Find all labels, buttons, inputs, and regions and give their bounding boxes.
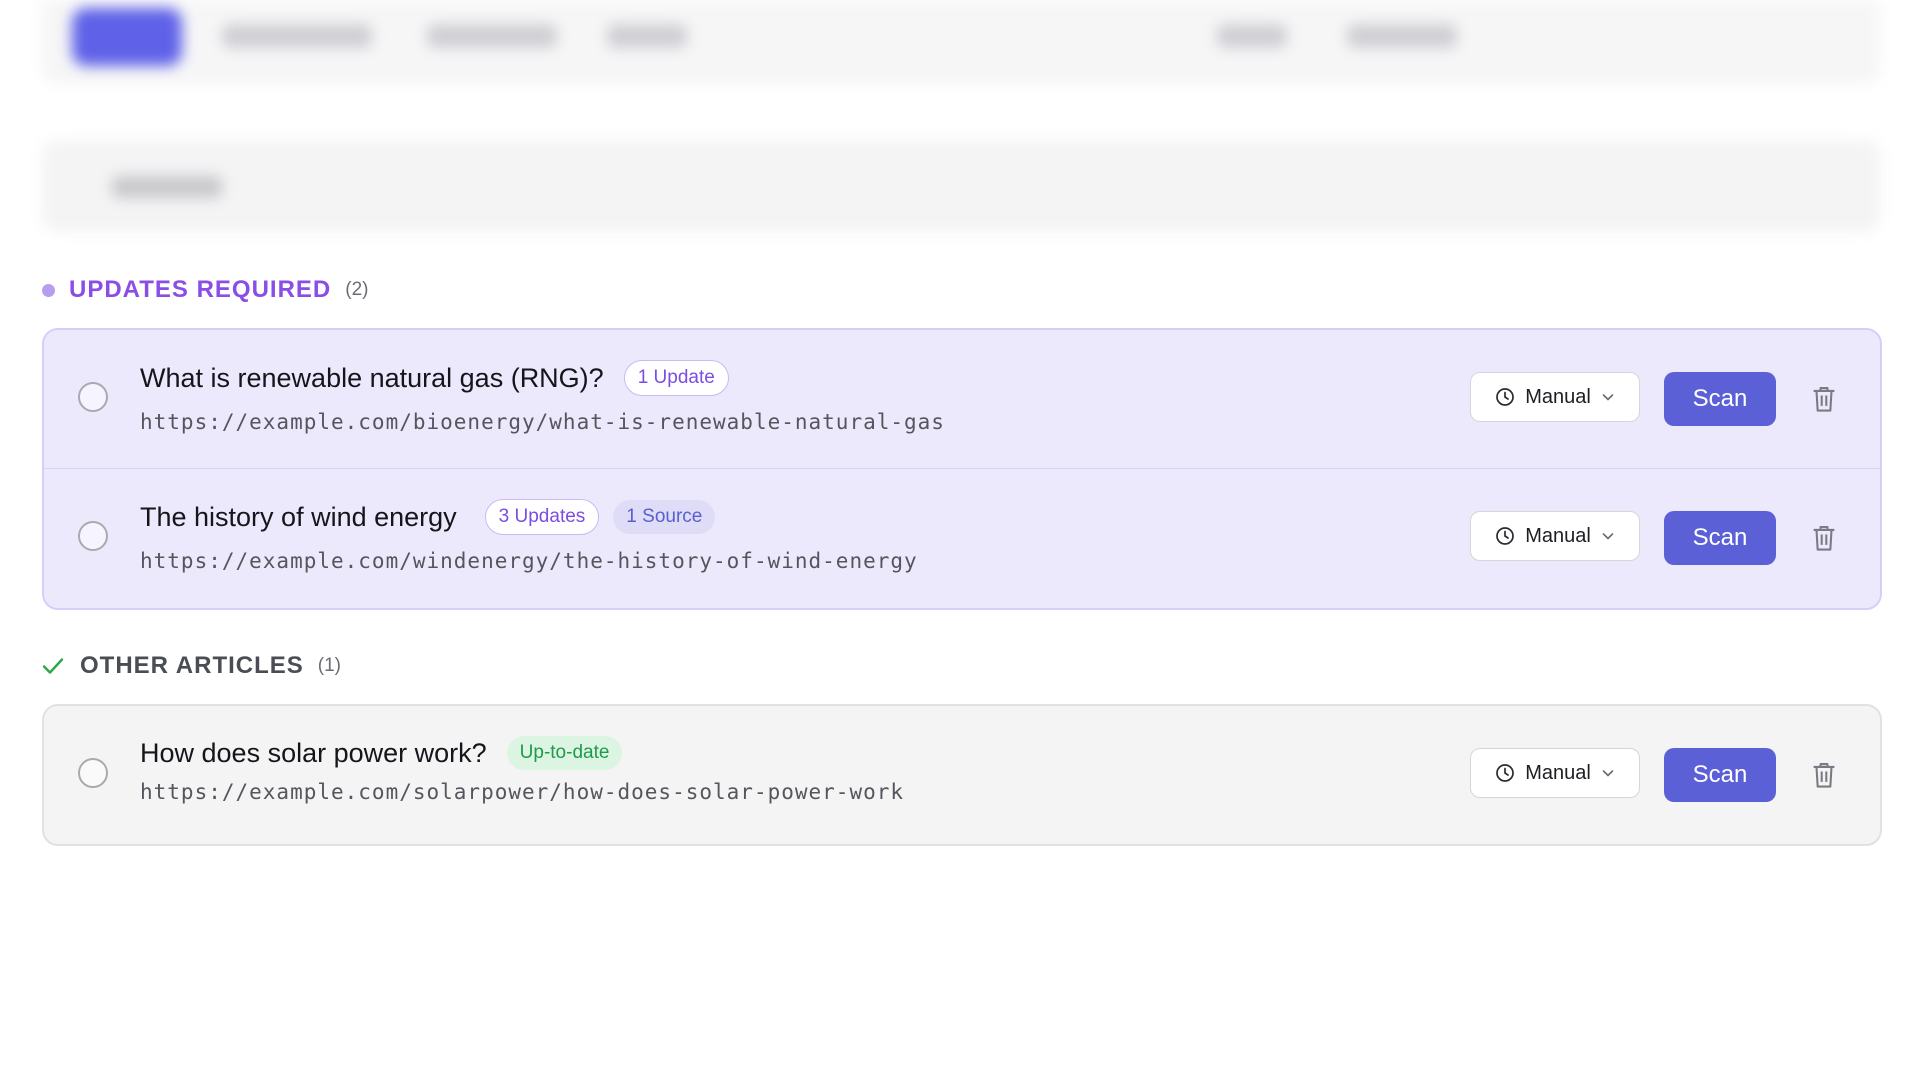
section-header-other-articles: OTHER ARTICLES (1): [42, 652, 341, 680]
schedule-label: Manual: [1525, 761, 1591, 784]
scan-button[interactable]: Scan: [1664, 511, 1776, 565]
article-row[interactable]: What is renewable natural gas (RNG)? 1 U…: [44, 330, 1880, 468]
clock-icon: [1496, 388, 1515, 406]
check-icon: [42, 658, 64, 674]
toolbar-item-right-1[interactable]: [1217, 24, 1287, 48]
article-row[interactable]: How does solar power work? Up-to-date ht…: [44, 706, 1880, 844]
other-articles-group: How does solar power work? Up-to-date ht…: [42, 704, 1882, 846]
trash-icon[interactable]: [1810, 760, 1838, 790]
schedule-label: Manual: [1525, 385, 1591, 408]
updates-badge[interactable]: 1 Update: [623, 360, 729, 396]
toolbar-dropdown-2[interactable]: [427, 24, 557, 48]
schedule-dropdown[interactable]: Manual: [1470, 372, 1640, 422]
updates-badge[interactable]: 3 Updates: [484, 499, 600, 535]
section-header-updates-required: UPDATES REQUIRED (2): [42, 276, 368, 304]
trash-icon[interactable]: [1810, 523, 1838, 553]
article-row[interactable]: The history of wind energy 3 Updates 1 S…: [44, 468, 1880, 607]
article-title[interactable]: How does solar power work?: [140, 738, 487, 769]
toolbar-dropdown-1[interactable]: [222, 24, 372, 48]
status-dot-icon: [42, 283, 55, 297]
chevron-down-icon: [1602, 394, 1614, 401]
schedule-dropdown[interactable]: Manual: [1470, 511, 1640, 561]
clock-icon: [1496, 527, 1515, 545]
section-title: UPDATES REQUIRED: [69, 276, 332, 303]
section-count: (2): [345, 279, 369, 300]
toolbar-item-3[interactable]: [607, 24, 687, 48]
clock-icon: [1496, 764, 1515, 782]
up-to-date-badge: Up-to-date: [506, 736, 623, 770]
search-bar[interactable]: [42, 140, 1880, 232]
chevron-down-icon: [1602, 533, 1614, 540]
trash-icon[interactable]: [1810, 384, 1838, 414]
article-title[interactable]: The history of wind energy: [140, 502, 457, 533]
scan-button[interactable]: Scan: [1664, 372, 1776, 426]
schedule-dropdown[interactable]: Manual: [1470, 748, 1640, 798]
source-badge[interactable]: 1 Source: [613, 500, 716, 534]
row-checkbox[interactable]: [78, 382, 108, 412]
toolbar-primary-button[interactable]: [72, 8, 182, 66]
row-checkbox[interactable]: [78, 758, 108, 788]
article-url: https://example.com/windenergy/the-histo…: [140, 549, 918, 573]
scan-button[interactable]: Scan: [1664, 748, 1776, 802]
section-count: (1): [317, 655, 342, 676]
article-url: https://example.com/bioenergy/what-is-re…: [140, 410, 945, 434]
chevron-down-icon: [1602, 770, 1614, 777]
row-checkbox[interactable]: [78, 521, 108, 551]
article-title[interactable]: What is renewable natural gas (RNG)?: [140, 363, 604, 394]
updates-required-group: What is renewable natural gas (RNG)? 1 U…: [42, 328, 1882, 610]
article-url: https://example.com/solarpower/how-does-…: [140, 780, 905, 804]
section-title: OTHER ARTICLES: [80, 652, 304, 679]
toolbar-item-right-2[interactable]: [1347, 24, 1457, 48]
search-placeholder: [112, 176, 222, 198]
schedule-label: Manual: [1525, 524, 1591, 547]
top-toolbar: [42, 0, 1880, 84]
